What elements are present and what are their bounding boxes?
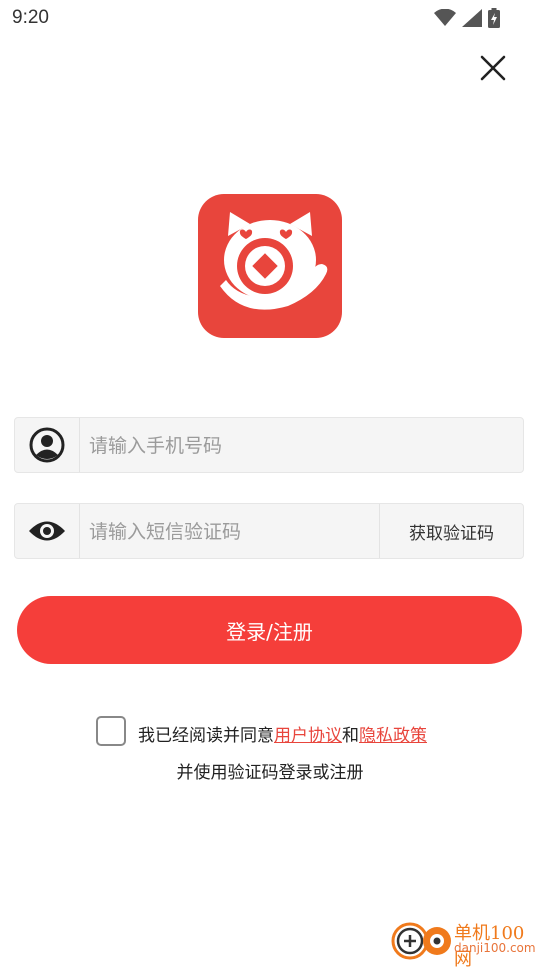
status-bar: 9:20 — [0, 0, 540, 36]
phone-field-icon-box — [15, 418, 80, 472]
user-circle-icon — [29, 427, 65, 463]
sms-code-field: 获取验证码 — [14, 503, 524, 560]
agreement-prefix: 我已经阅读并同意 — [138, 726, 274, 746]
watermark: 单机100网 danji100.com — [390, 917, 540, 970]
privacy-policy-link[interactable]: 隐私政策 — [359, 726, 427, 746]
battery-charging-icon — [488, 8, 500, 32]
watermark-logo-icon — [391, 922, 451, 960]
close-icon — [480, 55, 506, 81]
signal-icon — [462, 9, 482, 31]
code-field-icon-box[interactable] — [15, 504, 80, 558]
sms-code-input[interactable] — [87, 504, 381, 560]
wifi-icon — [434, 8, 456, 31]
user-agreement-link[interactable]: 用户协议 — [274, 726, 342, 746]
app-logo — [198, 194, 342, 338]
status-icons — [434, 8, 500, 32]
watermark-url: danji100.com — [454, 941, 536, 955]
login-register-button[interactable]: 登录/注册 — [17, 596, 522, 664]
get-code-button[interactable]: 获取验证码 — [379, 504, 523, 558]
agreement-line-2: 并使用验证码登录或注册 — [176, 763, 364, 783]
agreement-and: 和 — [342, 726, 359, 746]
phone-field — [14, 417, 524, 474]
status-time: 9:20 — [12, 7, 49, 28]
close-button[interactable] — [476, 51, 510, 85]
phone-input[interactable] — [87, 418, 511, 474]
cat-coin-logo — [220, 212, 328, 310]
agreement-text: 我已经阅读并同意用户协议和隐私政策 — [138, 721, 427, 746]
agreement-checkbox[interactable] — [96, 716, 126, 746]
eye-icon — [29, 521, 65, 541]
